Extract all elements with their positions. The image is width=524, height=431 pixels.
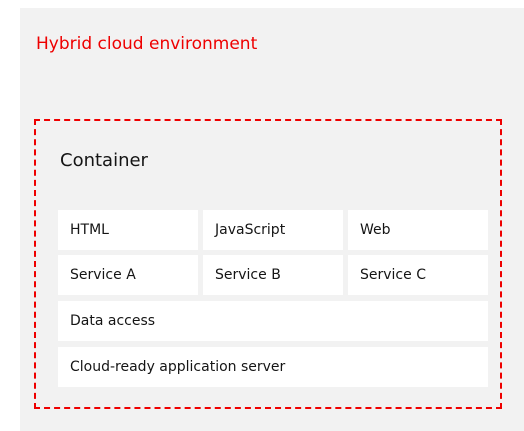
environment-title: Hybrid cloud environment: [36, 34, 258, 54]
component-html: HTML: [58, 210, 198, 250]
container-box: Container HTML JavaScript Web Service A …: [34, 119, 502, 409]
component-service-b: Service B: [203, 255, 343, 295]
component-data-access: Data access: [58, 301, 488, 341]
hybrid-cloud-environment: Hybrid cloud environment Container HTML …: [20, 8, 524, 431]
component-application-server: Cloud-ready application server: [58, 347, 488, 387]
component-service-a: Service A: [58, 255, 198, 295]
container-title: Container: [60, 150, 148, 171]
component-javascript: JavaScript: [203, 210, 343, 250]
component-web: Web: [348, 210, 488, 250]
component-service-c: Service C: [348, 255, 488, 295]
